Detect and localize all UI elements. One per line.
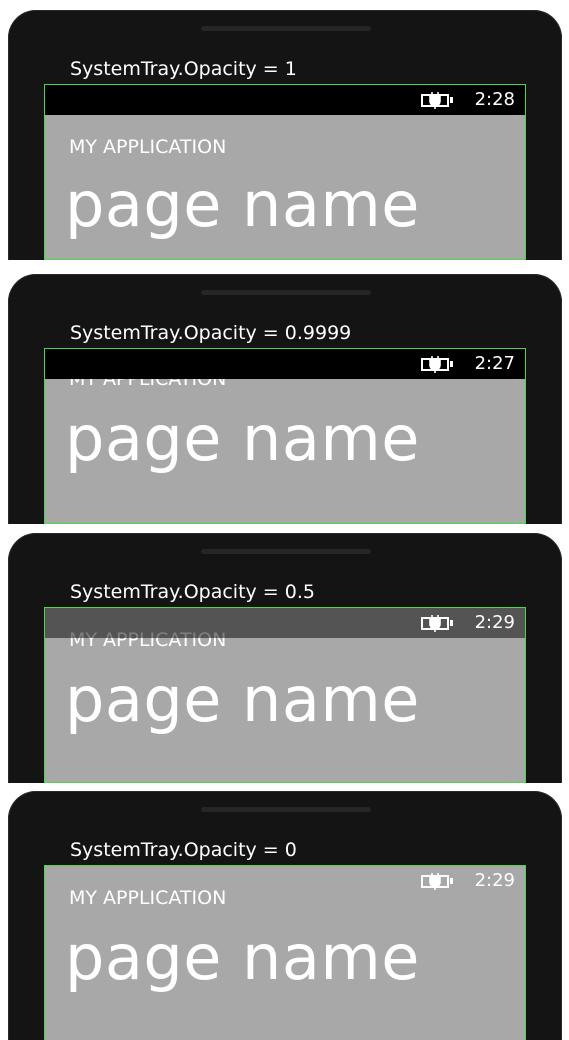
system-tray: 2:28 — [45, 85, 525, 115]
battery-charging-icon — [420, 355, 453, 373]
opacity-caption: SystemTray.Opacity = 0.9999 — [70, 322, 352, 344]
phone-panel-opacity-1: SystemTray.Opacity = 1 MY APPLICATION pa… — [0, 10, 569, 260]
phone-panel-opacity-05: SystemTray.Opacity = 0.5 MY APPLICATION … — [0, 533, 569, 783]
tray-clock: 2:29 — [474, 612, 515, 633]
tray-clock: 2:27 — [474, 353, 515, 374]
battery-charging-icon — [420, 614, 453, 632]
phone-screen: MY APPLICATION page name 2:27 — [44, 348, 526, 524]
speaker-grille — [201, 26, 371, 31]
system-tray: 2:29 — [45, 866, 525, 896]
battery-charging-icon — [420, 872, 453, 890]
page-title: page name — [65, 921, 420, 994]
phone-bezel: SystemTray.Opacity = 0.9999 MY APPLICATI… — [8, 274, 562, 524]
page-title: page name — [65, 402, 420, 475]
speaker-grille — [201, 807, 371, 812]
speaker-grille — [201, 290, 371, 295]
phone-screen: MY APPLICATION page name 2:29 — [44, 607, 526, 783]
page-title: page name — [65, 663, 420, 736]
application-title: MY APPLICATION — [69, 136, 227, 158]
phone-screen: MY APPLICATION page name 2:29 — [44, 865, 526, 1040]
tray-clock: 2:28 — [474, 89, 515, 110]
phone-panel-opacity-09999: SystemTray.Opacity = 0.9999 MY APPLICATI… — [0, 274, 569, 524]
opacity-caption: SystemTray.Opacity = 0 — [70, 839, 297, 861]
phone-panel-opacity-0: SystemTray.Opacity = 0 MY APPLICATION pa… — [0, 791, 569, 1040]
phone-bezel: SystemTray.Opacity = 1 MY APPLICATION pa… — [8, 10, 562, 260]
phone-bezel: SystemTray.Opacity = 0 MY APPLICATION pa… — [8, 791, 562, 1040]
phone-screen: MY APPLICATION page name 2:28 — [44, 84, 526, 260]
system-tray: 2:27 — [45, 349, 525, 379]
opacity-caption: SystemTray.Opacity = 1 — [70, 58, 297, 80]
speaker-grille — [201, 549, 371, 554]
opacity-caption: SystemTray.Opacity = 0.5 — [70, 581, 315, 603]
tray-clock: 2:29 — [474, 870, 515, 891]
system-tray: 2:29 — [45, 608, 525, 638]
battery-charging-icon — [420, 91, 453, 109]
page-title: page name — [65, 168, 420, 241]
phone-bezel: SystemTray.Opacity = 0.5 MY APPLICATION … — [8, 533, 562, 783]
